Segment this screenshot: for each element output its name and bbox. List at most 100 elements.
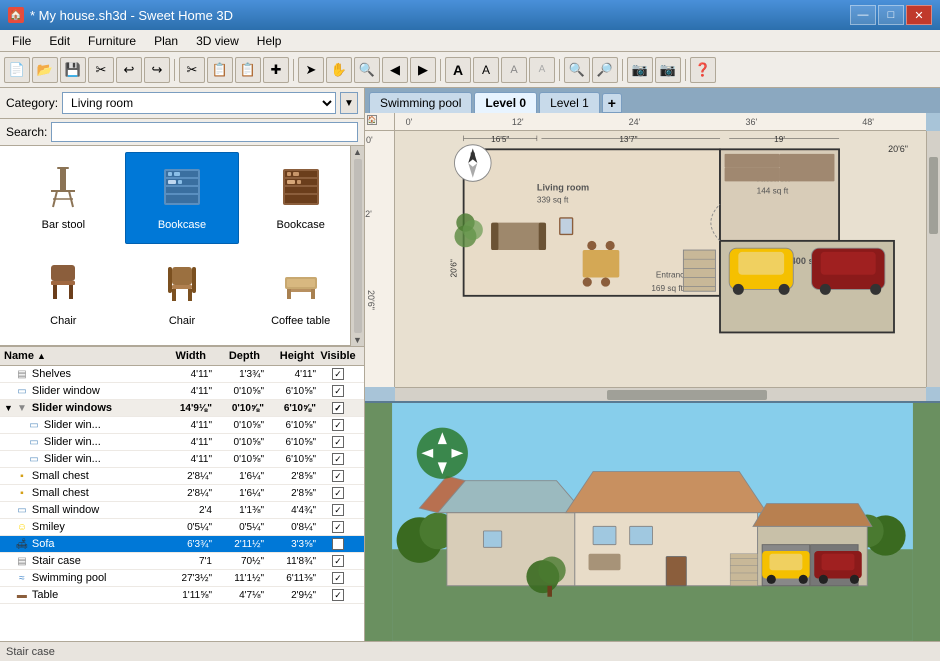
furniture-item-chair2[interactable]: Chair [125,248,240,340]
vscrollbar-thumb-top[interactable] [929,157,938,234]
toolbar-render[interactable]: 📷 [655,57,681,83]
checkbox-slider-win-2[interactable] [332,436,344,448]
list-item-smiley[interactable]: ▼☺ Smiley 0'5¼" 0'5¼" 0'8¼" [0,519,364,536]
col-visible-header[interactable]: Visible [316,350,360,362]
list-item-sofa[interactable]: ▼🛋 Sofa 6'3¾" 2'11½" 3'3⅝" [0,536,364,553]
window-controls[interactable]: — □ ✕ [850,5,932,25]
menu-file[interactable]: File [4,32,39,50]
list-item-table[interactable]: ▼▬ Table 1'11⅝" 4'7⅛" 2'9½" [0,587,364,604]
tab-level-0[interactable]: Level 0 [474,92,537,113]
menu-help[interactable]: Help [249,32,290,50]
checkbox-small-chest-2[interactable] [332,487,344,499]
tab-add-button[interactable]: + [602,93,622,113]
view-3d[interactable] [365,403,940,641]
col-name-header[interactable]: Name ▲ [4,350,146,362]
floor-plan-top[interactable]: 0' 12' 24' 36' 48' 0' 12' 20'6" 🏠 [365,113,940,403]
toolbar-redo[interactable]: ↪ [144,57,170,83]
row-visible-sofa[interactable] [316,538,360,551]
row-visible-slider-window[interactable] [316,385,360,398]
toolbar-save[interactable]: 💾 [60,57,86,83]
toolbar-zoom-in[interactable]: 🔍 [564,57,590,83]
list-item-small-window[interactable]: ▼▭ Small window 2'4 1'1⅜" 4'4¾" [0,502,364,519]
checkbox-sofa[interactable] [332,538,344,550]
list-item-slider-win-3[interactable]: ▼▭ Slider win... 4'11" 0'10⅝" 6'10⅝" [0,451,364,468]
list-item-slider-win-2[interactable]: ▼▭ Slider win... 4'11" 0'10⅝" 6'10⅝" [0,434,364,451]
checkbox-slider-windows-group[interactable] [332,402,344,414]
row-visible-table[interactable] [316,589,360,602]
toolbar-zoom-out[interactable]: 🔎 [592,57,618,83]
zoom-corner[interactable]: 🏠 [367,115,377,125]
toolbar-next[interactable]: ▶ [410,57,436,83]
category-expand-btn[interactable]: ▼ [340,92,358,114]
list-item-swimming-pool[interactable]: ▼≈ Swimming pool 27'3½" 11'1½" 6'11⅜" [0,570,364,587]
checkbox-smiley[interactable] [332,521,344,533]
toolbar-help[interactable]: ❓ [690,57,716,83]
toolbar-new[interactable]: 📄 [4,57,30,83]
toolbar-text1[interactable]: A [445,57,471,83]
list-item-slider-window[interactable]: ▼▭ Slider window 4'11" 0'10⅝" 6'10⅝" [0,383,364,400]
toolbar-cut[interactable]: ✂ [88,57,114,83]
grid-scrollbar[interactable]: ▲ ▼ [350,146,364,346]
furniture-item-bookcase-blue[interactable]: Bookcase [125,152,240,244]
row-visible-small-chest-1[interactable] [316,470,360,483]
toolbar-add[interactable]: ✚ [263,57,289,83]
checkbox-slider-win-3[interactable] [332,453,344,465]
category-select[interactable]: Living room [62,92,336,114]
toolbar-open[interactable]: 📂 [32,57,58,83]
toolbar-copy[interactable]: 📋 [207,57,233,83]
maximize-button[interactable]: □ [878,5,904,25]
vscrollbar-top[interactable] [926,131,940,387]
furniture-item-bar-stool[interactable]: Bar stool [6,152,121,244]
row-visible-stair-case[interactable] [316,555,360,568]
toolbar-zoom[interactable]: 🔍 [354,57,380,83]
list-item-slider-windows-group[interactable]: ▼▼ Slider windows 14'9⅛" 0'10⅝" 6'10⅝" [0,400,364,417]
tab-level-1[interactable]: Level 1 [539,92,600,113]
row-visible-small-window[interactable] [316,504,360,517]
checkbox-slider-win-1[interactable] [332,419,344,431]
col-depth-header[interactable]: Depth [208,350,260,362]
checkbox-slider-window[interactable] [332,385,344,397]
menu-furniture[interactable]: Furniture [80,32,144,50]
checkbox-small-chest-1[interactable] [332,470,344,482]
list-item-stair-case[interactable]: ▼▤ Stair case 7'1 70½" 11'8¾" [0,553,364,570]
row-visible-smiley[interactable] [316,521,360,534]
menu-edit[interactable]: Edit [41,32,78,50]
floor-plan-canvas[interactable]: 16'5" 13'7" 19' 20'6" [395,131,926,387]
toolbar-text4[interactable]: A [529,57,555,83]
minimize-button[interactable]: — [850,5,876,25]
checkbox-stair-case[interactable] [332,555,344,567]
row-visible-slider-windows-group[interactable] [316,402,360,415]
furniture-item-chair1[interactable]: Chair [6,248,121,340]
list-item-small-chest-2[interactable]: ▼▪ Small chest 2'8¼" 1'6¼" 2'8⅝" [0,485,364,502]
row-visible-small-chest-2[interactable] [316,487,360,500]
toolbar-pan[interactable]: ✋ [326,57,352,83]
menu-3d-view[interactable]: 3D view [188,32,247,50]
toolbar-prev[interactable]: ◀ [382,57,408,83]
col-width-header[interactable]: Width [148,350,206,362]
row-visible-slider-win-3[interactable] [316,453,360,466]
hscrollbar-thumb-top[interactable] [607,390,766,400]
col-height-header[interactable]: Height [262,350,314,362]
toolbar-paste[interactable]: 📋 [235,57,261,83]
toolbar-text3[interactable]: A [501,57,527,83]
checkbox-table[interactable] [332,589,344,601]
toolbar-cut2[interactable]: ✂ [179,57,205,83]
list-item-small-chest-1[interactable]: ▼▪ Small chest 2'8¼" 1'6¼" 2'8⅝" [0,468,364,485]
furniture-item-coffee-table[interactable]: Coffee table [243,248,358,340]
toolbar-text2[interactable]: A [473,57,499,83]
close-button[interactable]: ✕ [906,5,932,25]
toolbar-select[interactable]: ➤ [298,57,324,83]
list-item-slider-win-1[interactable]: ▼▭ Slider win... 4'11" 0'10⅝" 6'10⅝" [0,417,364,434]
hscrollbar-top[interactable] [395,387,926,401]
row-visible-swimming-pool[interactable] [316,572,360,585]
list-item-shelves[interactable]: ▼▤ Shelves 4'11" 1'3¾" 4'11" [0,366,364,383]
toolbar-undo[interactable]: ↩ [116,57,142,83]
tab-swimming-pool[interactable]: Swimming pool [369,92,472,113]
checkbox-shelves[interactable] [332,368,344,380]
menu-plan[interactable]: Plan [146,32,186,50]
search-input[interactable] [51,122,358,142]
row-visible-slider-win-2[interactable] [316,436,360,449]
checkbox-small-window[interactable] [332,504,344,516]
furniture-item-bookcase[interactable]: Bookcase [243,152,358,244]
checkbox-swimming-pool[interactable] [332,572,344,584]
